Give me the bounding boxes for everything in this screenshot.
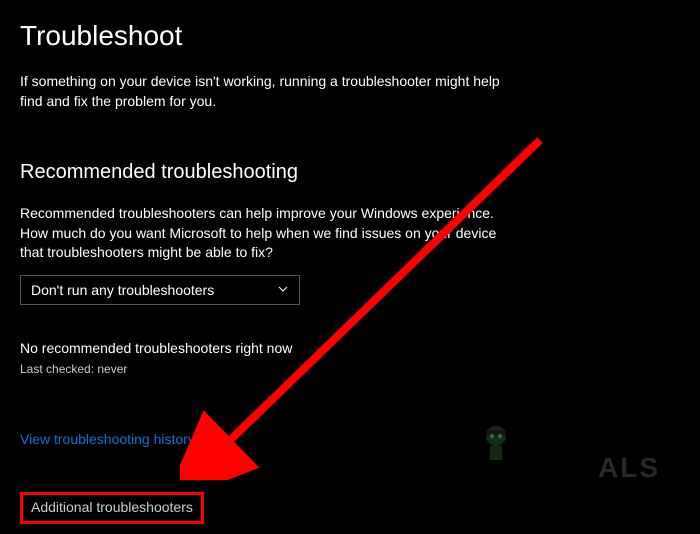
chevron-down-icon <box>277 282 289 298</box>
additional-troubleshooters-link[interactable]: Additional troubleshooters <box>31 499 193 515</box>
watermark-text: ALS <box>598 452 660 484</box>
troubleshooter-preference-select[interactable]: Don't run any troubleshooters <box>20 275 300 305</box>
additional-troubleshooters-highlight: Additional troubleshooters <box>20 492 204 524</box>
recommended-description: Recommended troubleshooters can help imp… <box>20 204 500 263</box>
view-history-link[interactable]: View troubleshooting history <box>20 431 195 447</box>
recommended-status: No recommended troubleshooters right now <box>20 340 680 356</box>
recommended-section-title: Recommended troubleshooting <box>20 161 680 184</box>
select-value: Don't run any troubleshooters <box>31 282 214 298</box>
watermark-mascot-icon <box>472 416 520 464</box>
last-checked-text: Last checked: never <box>20 362 680 376</box>
page-title: Troubleshoot <box>20 20 680 52</box>
page-description: If something on your device isn't workin… <box>20 72 500 111</box>
